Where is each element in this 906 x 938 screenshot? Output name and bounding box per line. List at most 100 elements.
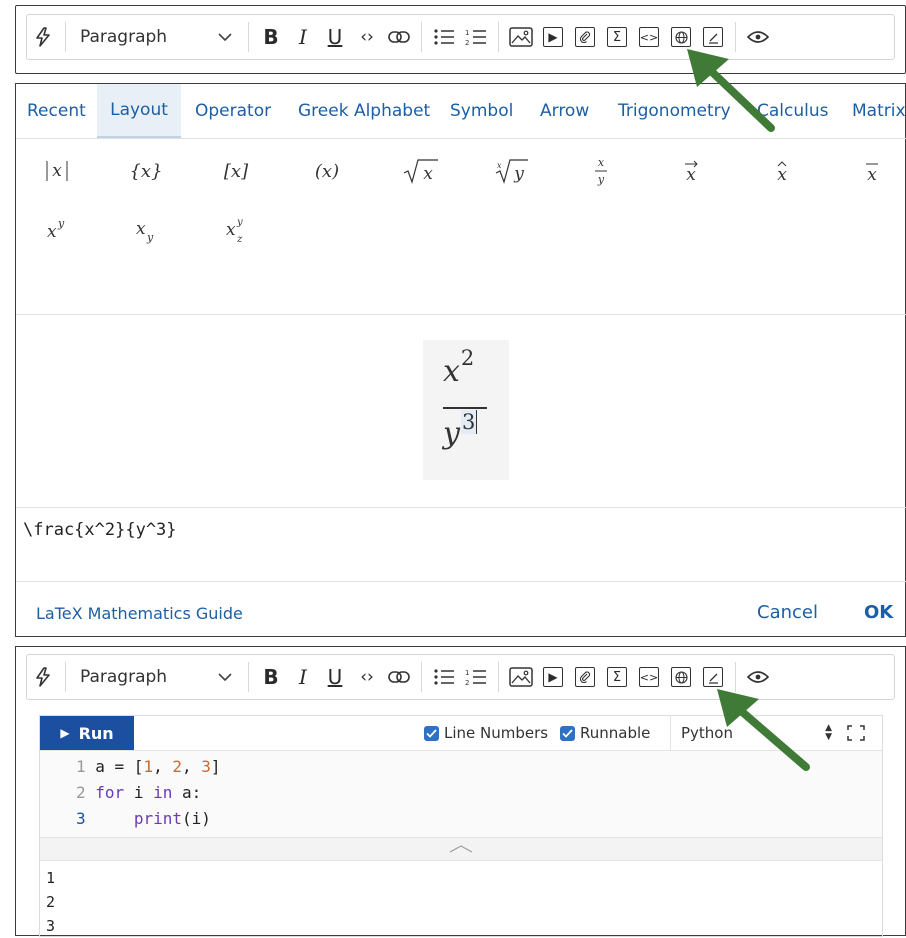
paragraph-style-select[interactable]: Paragraph xyxy=(72,27,242,47)
code-block-button[interactable]: <> xyxy=(633,21,665,53)
tab-layout[interactable]: Layout xyxy=(97,84,181,138)
fullscreen-button[interactable] xyxy=(846,724,866,742)
italic-button[interactable]: I xyxy=(287,21,319,53)
output-resize-handle[interactable] xyxy=(40,837,882,861)
signature-button[interactable] xyxy=(697,21,729,53)
runnable-toggle[interactable]: Runnable xyxy=(560,724,650,742)
numbered-list-button[interactable]: 12 xyxy=(460,661,492,693)
embed-button[interactable] xyxy=(665,21,697,53)
attachment-button[interactable] xyxy=(569,661,601,693)
preview-button[interactable] xyxy=(742,661,774,693)
bold-icon: B xyxy=(263,25,279,49)
code-output: 1 2 3 xyxy=(46,866,55,938)
code-line: 3 print(i) xyxy=(76,809,211,828)
parentheses-template[interactable]: (x) xyxy=(297,151,357,191)
bottom-editor-toolbar: Paragraph B I U ‹› 12 ▶ Σ <> xyxy=(26,654,895,700)
link-button[interactable] xyxy=(383,21,415,53)
runnable-label: Runnable xyxy=(580,724,651,742)
lightning-icon[interactable] xyxy=(27,21,59,53)
cancel-button[interactable]: Cancel xyxy=(757,602,818,623)
underline-icon: U xyxy=(327,665,343,689)
line-numbers-toggle[interactable]: Line Numbers xyxy=(424,724,548,742)
square-root-template[interactable]: x xyxy=(391,151,451,191)
tab-trigonometry[interactable]: Trigonometry xyxy=(618,84,731,138)
code-block-button[interactable]: <> xyxy=(633,661,665,693)
image-button[interactable] xyxy=(505,661,537,693)
hat-template[interactable]: x xyxy=(752,151,812,191)
subscript-template[interactable]: xy xyxy=(116,209,176,249)
tab-greek-alphabet[interactable]: Greek Alphabet xyxy=(298,84,430,138)
sub-superscript-template[interactable]: xyz xyxy=(206,209,266,249)
inline-code-icon: ‹› xyxy=(360,27,374,47)
numbered-list-button[interactable]: 12 xyxy=(460,21,492,53)
output-line: 3 xyxy=(46,917,56,935)
tab-matrix[interactable]: Matrix xyxy=(852,84,906,138)
curly-braces-template[interactable]: {x} xyxy=(116,151,176,191)
checkbox-checked-icon[interactable] xyxy=(560,725,575,741)
fraction-template[interactable]: xy xyxy=(571,151,631,191)
svg-text:1: 1 xyxy=(465,669,469,677)
latex-input[interactable]: \frac{x^2}{y^3} xyxy=(23,520,893,540)
vector-template[interactable]: x xyxy=(661,151,721,191)
attachment-button[interactable] xyxy=(569,21,601,53)
svg-text:{x}: {x} xyxy=(129,161,162,182)
toolbar-divider xyxy=(735,22,736,52)
math-equation-button[interactable]: Σ xyxy=(601,21,633,53)
tab-calculus[interactable]: Calculus xyxy=(757,84,829,138)
tab-label: Layout xyxy=(110,100,168,120)
eye-icon xyxy=(747,671,769,683)
paragraph-style-select[interactable]: Paragraph xyxy=(72,667,242,687)
run-button[interactable]: ▶ Run xyxy=(40,716,134,750)
ok-button[interactable]: OK xyxy=(864,602,893,623)
svg-text:y: y xyxy=(57,217,65,230)
tab-operator[interactable]: Operator xyxy=(195,84,271,138)
math-equation-button[interactable]: Σ xyxy=(601,661,633,693)
italic-button[interactable]: I xyxy=(287,661,319,693)
nth-root-template[interactable]: xy xyxy=(481,151,541,191)
signature-button[interactable] xyxy=(697,661,729,693)
code-editor[interactable]: 1 a = [1, 2, 3] 2 for i in a: 3 print(i) xyxy=(40,751,882,837)
globe-icon xyxy=(671,27,691,47)
embed-button[interactable] xyxy=(665,661,697,693)
superscript-template[interactable]: xy xyxy=(27,209,87,249)
line-number: 1 xyxy=(76,757,86,776)
link-icon xyxy=(388,671,410,683)
tab-arrow[interactable]: Arrow xyxy=(540,84,589,138)
toolbar-divider xyxy=(248,22,249,52)
svg-text:[x]: [x] xyxy=(224,161,249,182)
underline-button[interactable]: U xyxy=(319,661,351,693)
bullet-list-button[interactable] xyxy=(428,661,460,693)
language-select[interactable]: Python ▲ ▼ xyxy=(670,716,840,750)
sigma-glyph: Σ xyxy=(612,29,622,45)
toolbar-divider xyxy=(498,22,499,52)
bold-button[interactable]: B xyxy=(255,21,287,53)
tab-label: Recent xyxy=(27,101,86,121)
toolbar-divider xyxy=(421,662,422,692)
latex-guide-link[interactable]: LaTeX Mathematics Guide xyxy=(36,604,243,623)
toolbar-divider xyxy=(248,662,249,692)
inline-code-button[interactable]: ‹› xyxy=(351,661,383,693)
toolbar-divider xyxy=(498,662,499,692)
video-button[interactable]: ▶ xyxy=(537,21,569,53)
bullet-list-button[interactable] xyxy=(428,21,460,53)
code-block-icon: <> xyxy=(639,667,659,687)
lightning-icon[interactable] xyxy=(27,661,59,693)
image-button[interactable] xyxy=(505,21,537,53)
link-button[interactable] xyxy=(383,661,415,693)
abs-value-template[interactable]: x xyxy=(27,151,87,191)
tab-symbol[interactable]: Symbol xyxy=(450,84,513,138)
inline-code-button[interactable]: ‹› xyxy=(351,21,383,53)
checkbox-checked-icon[interactable] xyxy=(424,725,439,741)
code-line: 1 a = [1, 2, 3] xyxy=(76,757,221,776)
tab-recent[interactable]: Recent xyxy=(27,84,86,138)
ok-label: OK xyxy=(864,602,894,623)
overline-template[interactable]: x xyxy=(842,151,902,191)
preview-button[interactable] xyxy=(742,21,774,53)
toolbar-divider xyxy=(65,662,66,692)
svg-text:x: x xyxy=(867,165,877,185)
bold-button[interactable]: B xyxy=(255,661,287,693)
underline-button[interactable]: U xyxy=(319,21,351,53)
square-brackets-template[interactable]: [x] xyxy=(206,151,266,191)
inline-code-icon: ‹› xyxy=(360,667,374,687)
video-button[interactable]: ▶ xyxy=(537,661,569,693)
